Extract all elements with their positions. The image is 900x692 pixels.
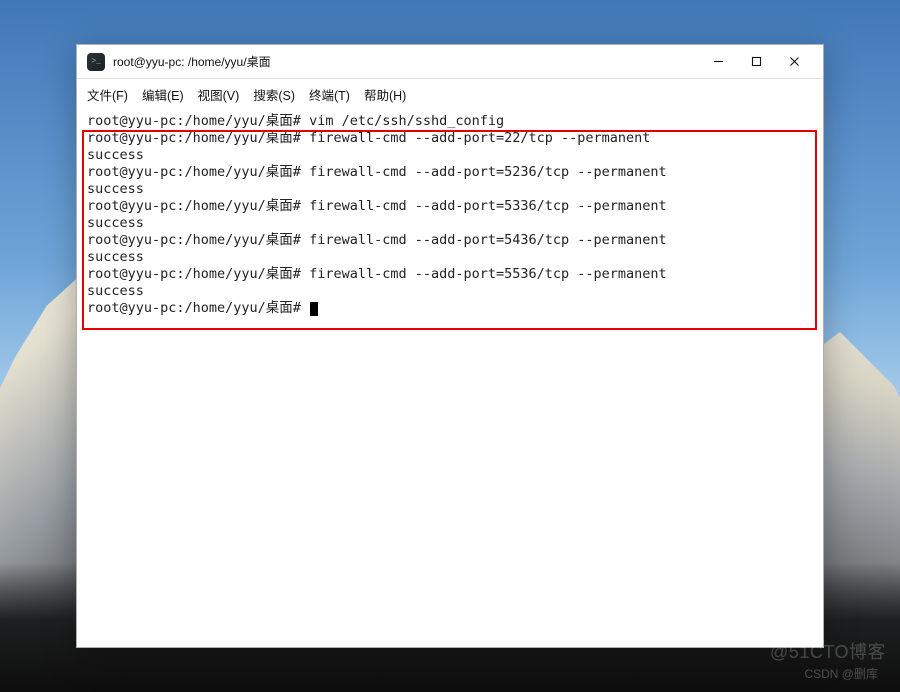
menu-file[interactable]: 文件(F) <box>87 85 128 104</box>
close-icon <box>789 56 800 67</box>
terminal-line: root@yyu-pc:/home/yyu/桌面# firewall-cmd -… <box>87 266 813 283</box>
terminal-line: root@yyu-pc:/home/yyu/桌面# firewall-cmd -… <box>87 232 813 249</box>
terminal-line: success <box>87 249 813 266</box>
menu-help[interactable]: 帮助(H) <box>364 85 406 104</box>
terminal-line: root@yyu-pc:/home/yyu/桌面# firewall-cmd -… <box>87 164 813 181</box>
terminal-app-icon <box>87 53 105 71</box>
menu-terminal[interactable]: 终端(T) <box>309 85 350 104</box>
menubar: 文件(F) 编辑(E) 视图(V) 搜索(S) 终端(T) 帮助(H) <box>77 79 823 109</box>
terminal-body[interactable]: root@yyu-pc:/home/yyu/桌面# vim /etc/ssh/s… <box>77 109 823 647</box>
cursor-icon <box>310 302 318 316</box>
terminal-line: root@yyu-pc:/home/yyu/桌面# vim /etc/ssh/s… <box>87 113 813 130</box>
close-button[interactable] <box>775 48 813 76</box>
menu-edit[interactable]: 编辑(E) <box>142 85 184 104</box>
terminal-line: success <box>87 215 813 232</box>
minimize-button[interactable] <box>699 48 737 76</box>
terminal-window: root@yyu-pc: /home/yyu/桌面 文件(F) 编辑(E) 视图… <box>76 44 824 648</box>
window-controls <box>699 48 813 76</box>
menu-search[interactable]: 搜索(S) <box>253 85 295 104</box>
terminal-prompt: root@yyu-pc:/home/yyu/桌面# <box>87 300 309 316</box>
watermark-51cto: @51CTO博客 <box>770 638 886 664</box>
menu-view[interactable]: 视图(V) <box>198 85 240 104</box>
terminal-line: success <box>87 181 813 198</box>
terminal-line: root@yyu-pc:/home/yyu/桌面# firewall-cmd -… <box>87 198 813 215</box>
terminal-line: success <box>87 283 813 300</box>
window-titlebar[interactable]: root@yyu-pc: /home/yyu/桌面 <box>77 45 823 79</box>
window-title: root@yyu-pc: /home/yyu/桌面 <box>113 53 699 70</box>
maximize-button[interactable] <box>737 48 775 76</box>
terminal-prompt-line: root@yyu-pc:/home/yyu/桌面# <box>87 300 813 317</box>
terminal-line: success <box>87 147 813 164</box>
terminal-line: root@yyu-pc:/home/yyu/桌面# firewall-cmd -… <box>87 130 813 147</box>
minimize-icon <box>713 56 724 67</box>
watermark-csdn: CSDN @删库 <box>804 665 878 682</box>
maximize-icon <box>751 56 762 67</box>
